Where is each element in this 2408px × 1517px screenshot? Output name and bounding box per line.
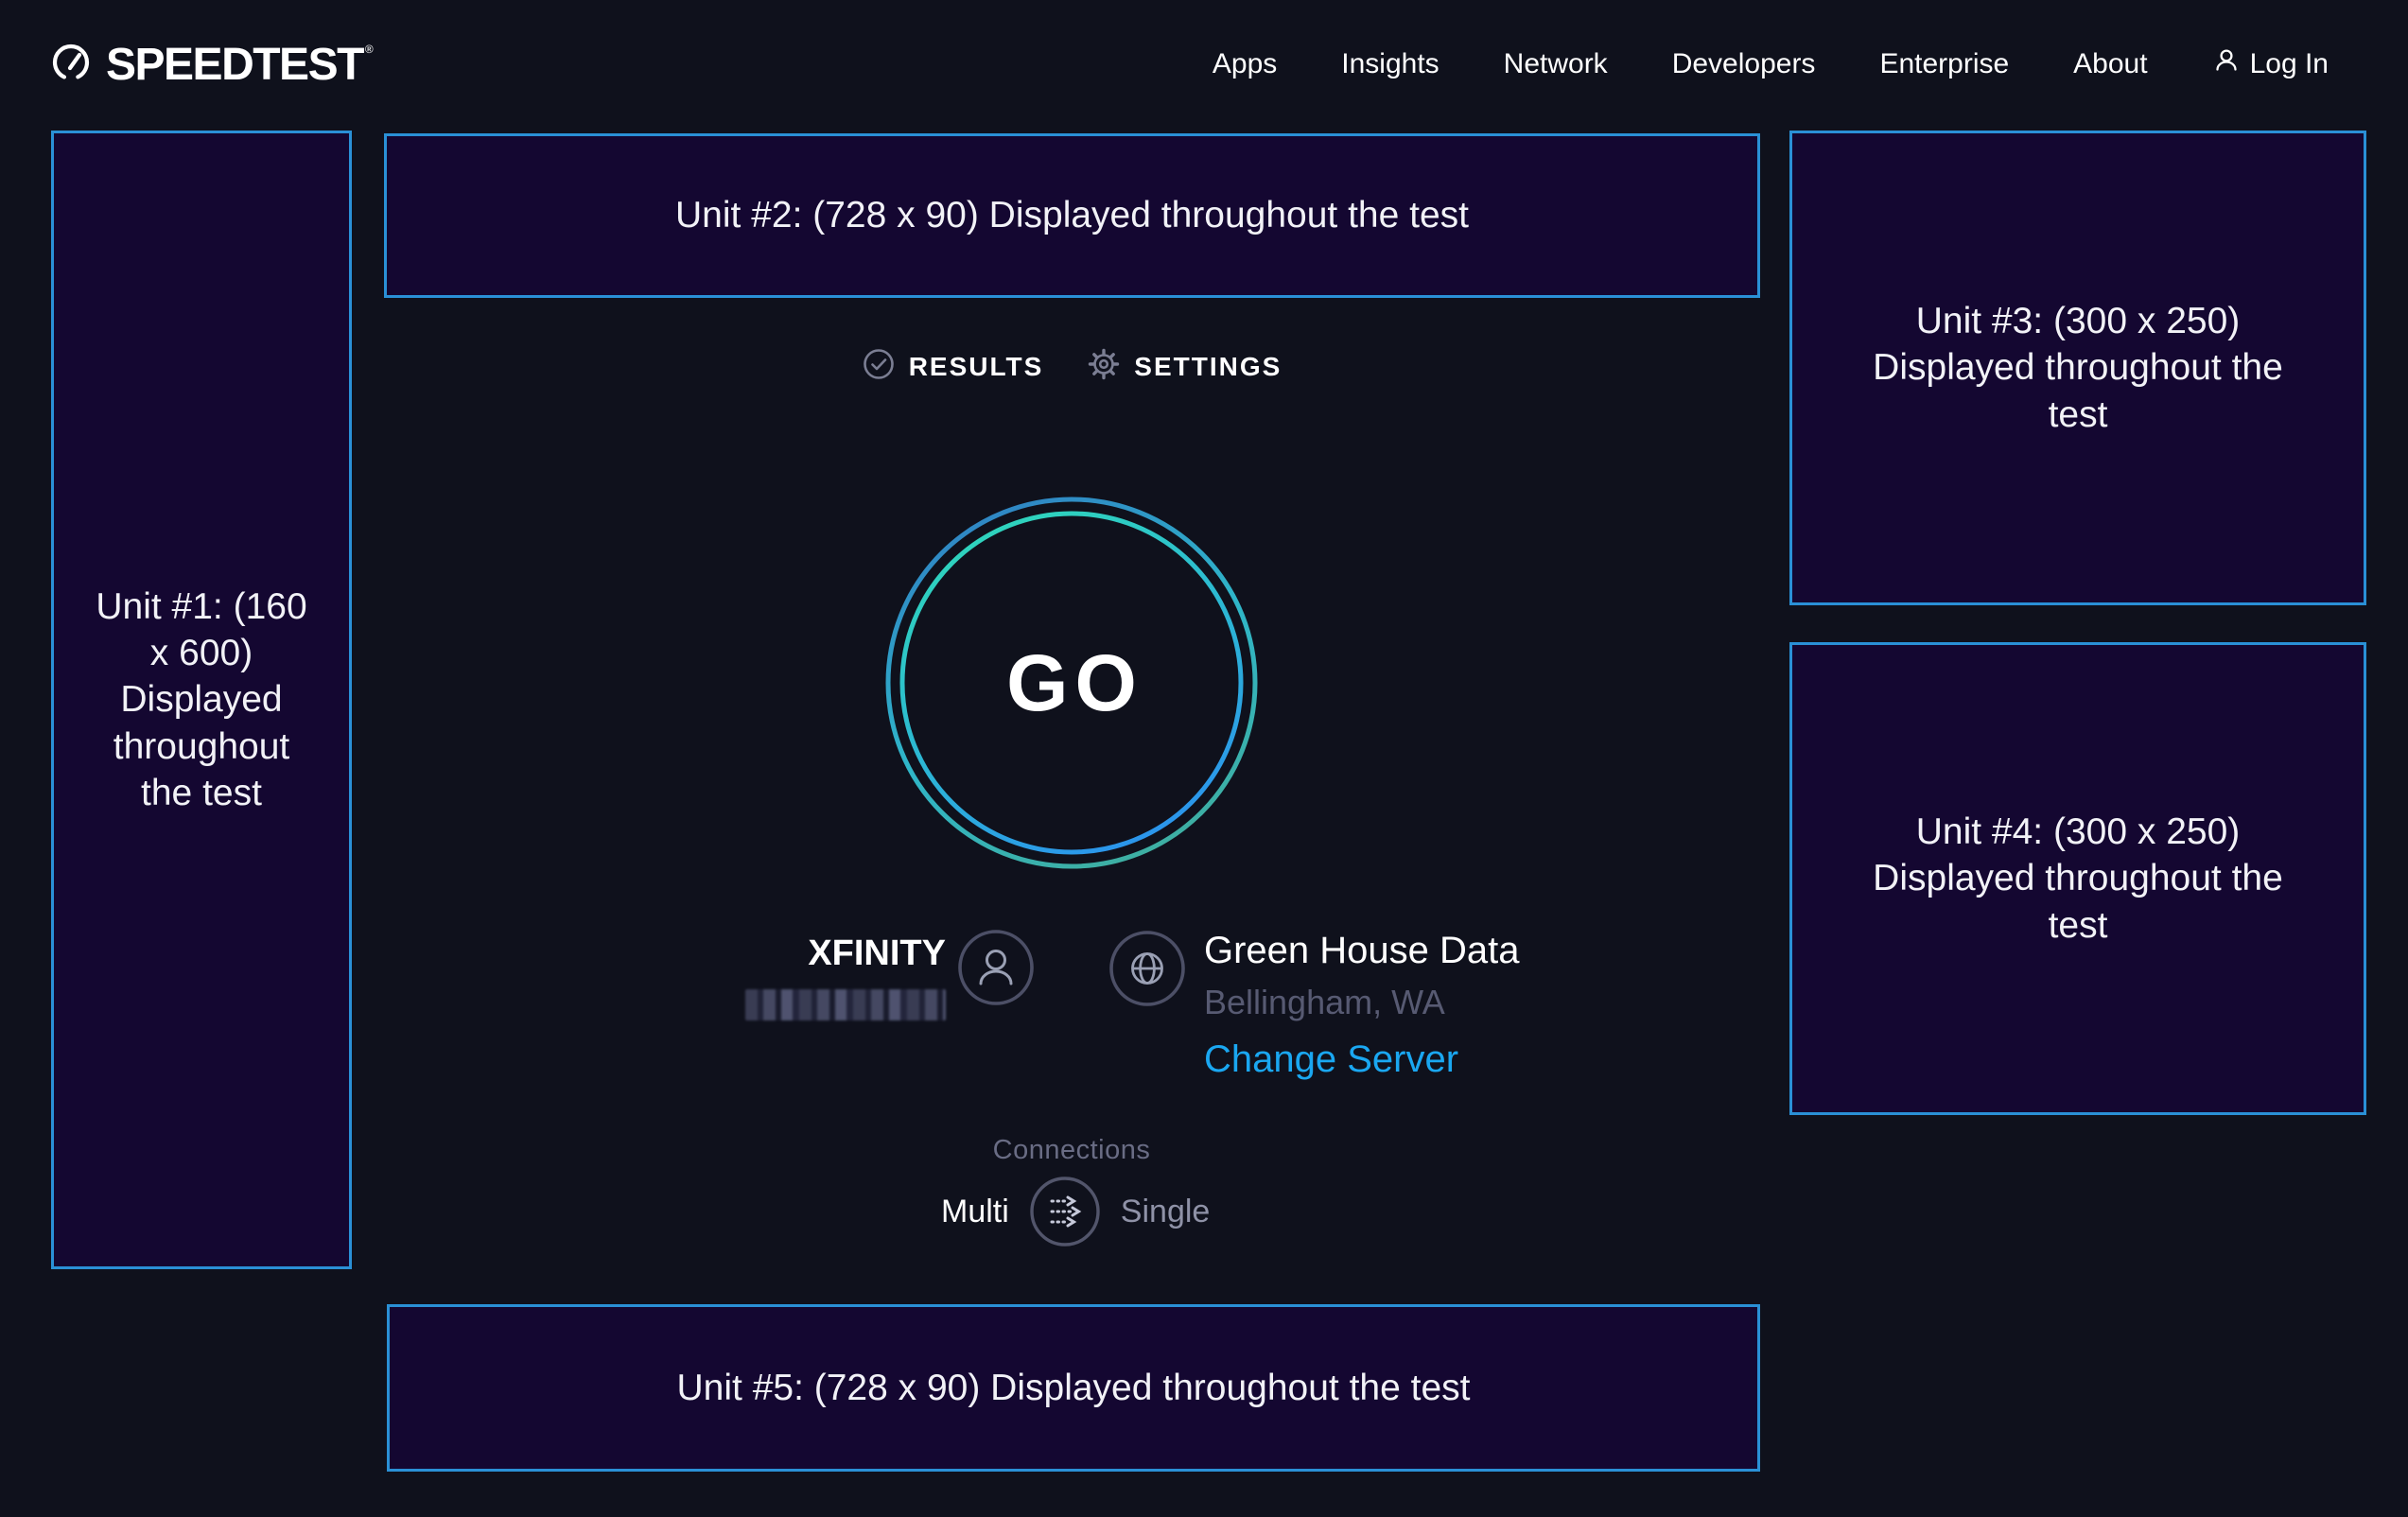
gear-icon <box>1087 347 1121 386</box>
ad-unit-4-text: Unit #4: (300 x 250) Displayed throughou… <box>1841 809 2314 948</box>
nav-item-about[interactable]: About <box>2073 48 2147 80</box>
login-label: Log In <box>2250 48 2329 80</box>
connections-single-label[interactable]: Single <box>1121 1194 1211 1230</box>
globe-icon <box>1108 929 1187 1013</box>
tab-results-label: RESULTS <box>909 352 1044 382</box>
ad-unit-5: Unit #5: (728 x 90) Displayed throughout… <box>387 1304 1760 1472</box>
isp-name: XFINITY <box>745 933 946 974</box>
person-icon <box>956 928 1036 1012</box>
results-settings-tabs: RESULTS SETTINGS <box>882 347 1261 386</box>
top-nav-bar: SPEEDTEST® Apps Insights Network Develop… <box>0 0 2408 129</box>
connections-label: Connections <box>882 1135 1261 1166</box>
nav-item-network[interactable]: Network <box>1504 48 1608 80</box>
ad-unit-1-text: Unit #1: (160 x 600) Displayed throughou… <box>93 584 310 816</box>
check-circle-icon <box>862 347 896 386</box>
brand-name: SPEEDTEST® <box>106 39 370 91</box>
ad-unit-2-text: Unit #2: (728 x 90) Displayed throughout… <box>675 192 1469 238</box>
isp-info: XFINITY <box>745 933 946 1020</box>
server-info: Green House Data Bellingham, WA Change S… <box>1204 930 1520 1080</box>
go-button[interactable]: GO <box>882 494 1261 872</box>
gauge-icon <box>51 38 91 92</box>
ad-unit-1: Unit #1: (160 x 600) Displayed throughou… <box>51 131 352 1269</box>
main-nav: Apps Insights Network Developers Enterpr… <box>1213 0 2329 129</box>
tab-settings-label: SETTINGS <box>1134 352 1282 382</box>
tab-results[interactable]: RESULTS <box>862 347 1044 386</box>
connections-toggle-row: Multi Single <box>941 1175 1210 1248</box>
tab-settings[interactable]: SETTINGS <box>1087 347 1282 386</box>
go-button-label: GO <box>882 494 1261 872</box>
nav-item-developers[interactable]: Developers <box>1672 48 1816 80</box>
login-button[interactable]: Log In <box>2212 46 2329 82</box>
isp-redacted-text <box>745 989 946 1020</box>
change-server-link[interactable]: Change Server <box>1204 1038 1520 1080</box>
person-icon <box>2212 46 2241 82</box>
ad-unit-3-text: Unit #3: (300 x 250) Displayed throughou… <box>1841 298 2314 437</box>
trademark-mark: ® <box>365 43 372 56</box>
server-name: Green House Data <box>1204 930 1520 971</box>
connections-multi-label[interactable]: Multi <box>941 1194 1009 1230</box>
ad-unit-3: Unit #3: (300 x 250) Displayed throughou… <box>1789 131 2366 605</box>
nav-item-insights[interactable]: Insights <box>1341 48 1439 80</box>
ad-unit-5-text: Unit #5: (728 x 90) Displayed throughout… <box>677 1365 1471 1411</box>
speedtest-logo[interactable]: SPEEDTEST® <box>51 0 370 129</box>
nav-item-apps[interactable]: Apps <box>1213 48 1277 80</box>
ad-unit-2: Unit #2: (728 x 90) Displayed throughout… <box>384 133 1760 298</box>
server-location: Bellingham, WA <box>1204 985 1520 1020</box>
ad-unit-4: Unit #4: (300 x 250) Displayed throughou… <box>1789 642 2366 1115</box>
nav-item-enterprise[interactable]: Enterprise <box>1879 48 2009 80</box>
multi-arrows-icon[interactable] <box>1028 1175 1102 1248</box>
